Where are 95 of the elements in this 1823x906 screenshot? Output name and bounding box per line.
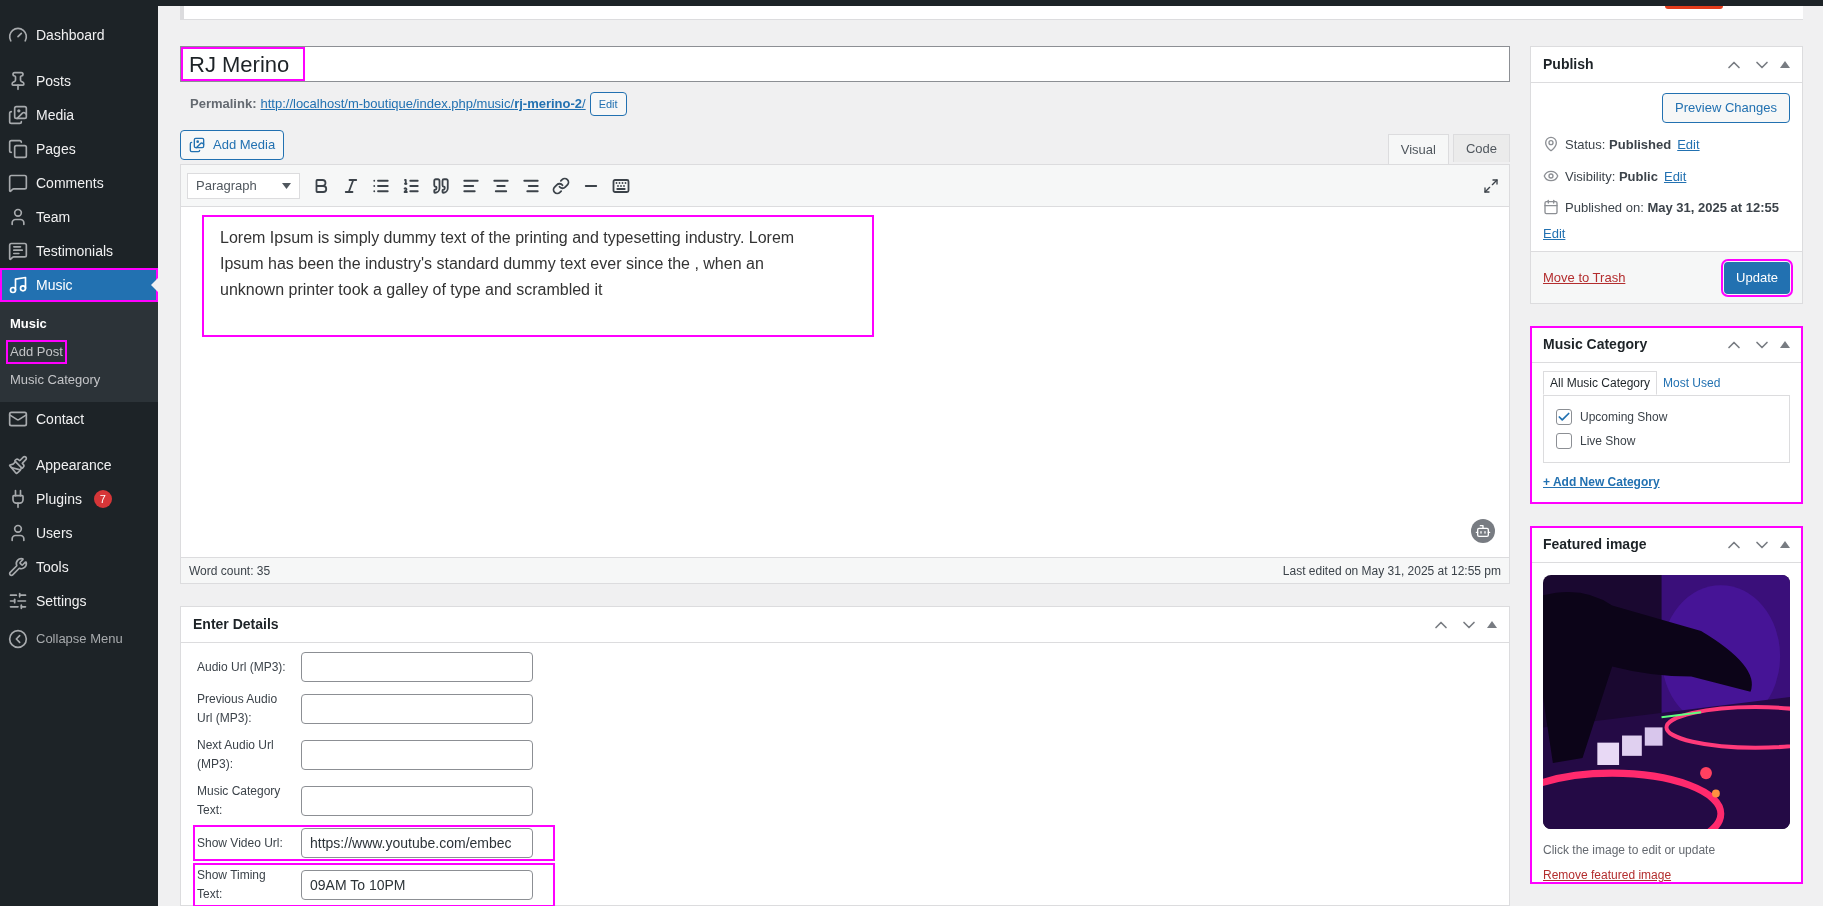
- menu-item[interactable]: Tools: [0, 550, 158, 584]
- menu-item[interactable]: Plugins 7: [0, 482, 158, 516]
- editor-tab[interactable]: Code: [1452, 134, 1510, 162]
- submenu-item[interactable]: Music: [8, 314, 49, 334]
- menu-icon: [8, 523, 28, 543]
- field-label: Previous Audio Url (MP3):: [197, 691, 279, 727]
- category-tab[interactable]: All Music Category: [1543, 371, 1658, 395]
- caret-icon: [282, 182, 291, 189]
- word-count: Word count: 35: [189, 562, 271, 580]
- edit-link[interactable]: Edit: [1663, 166, 1687, 186]
- category-label: Live Show: [1580, 433, 1636, 450]
- field-label: Audio Url (MP3):: [197, 658, 287, 676]
- edit-link[interactable]: Edit: [1677, 135, 1700, 155]
- update-button[interactable]: Update: [1724, 261, 1790, 294]
- menu-icon: [8, 207, 28, 227]
- preview-button[interactable]: Preview Changes: [1662, 93, 1790, 123]
- menu-icon: [8, 455, 28, 475]
- collapse-toggle-icon[interactable]: [1487, 621, 1497, 628]
- publish-info-text: Published on: May 31, 2025 at 12:55: [1565, 199, 1779, 217]
- menu-icon: [8, 241, 28, 261]
- collapse-toggle-icon[interactable]: [1780, 541, 1790, 548]
- numbered-list-icon[interactable]: [402, 176, 420, 195]
- menu-icon: [8, 557, 28, 577]
- menu-icon: [8, 25, 28, 45]
- field-label: Show Timing Text:: [197, 867, 267, 903]
- media-icon: [189, 137, 205, 153]
- image-hint-text: Click the image to edit or update: [1543, 842, 1717, 859]
- box-title: Publish: [1543, 55, 1595, 74]
- link-icon[interactable]: [552, 176, 570, 195]
- post-content-text: Lorem Ipsum is simply dummy text of the printing and typesetting industry. Lorem Ipsum has been the industry's standard dummy text ever since the , when an unknown printer took a galley of type and scrambled it: [220, 228, 796, 300]
- menu-item[interactable]: Appearance: [0, 448, 158, 482]
- menu-item[interactable]: Settings: [0, 584, 158, 618]
- menu-item[interactable]: Comments: [0, 166, 158, 200]
- edit-slug-button[interactable]: Edit: [589, 92, 627, 116]
- menu-item[interactable]: Testimonials: [0, 234, 158, 268]
- text-field[interactable]: [301, 652, 533, 682]
- publish-info-text: Status: Published: [1565, 136, 1672, 154]
- menu-item[interactable]: Dashboard: [0, 18, 158, 52]
- submenu-item[interactable]: Music Category: [8, 370, 103, 390]
- add-category-link[interactable]: + Add New Category: [1543, 473, 1790, 491]
- menu-icon: [8, 71, 28, 91]
- menu-icon: [8, 275, 28, 295]
- remove-image-link[interactable]: Remove featured image: [1531, 867, 1802, 883]
- checkbox[interactable]: [1556, 409, 1572, 425]
- menu-icon: [8, 591, 28, 611]
- field-label: Show Video Url:: [197, 834, 284, 852]
- menu-item[interactable]: Pages: [0, 132, 158, 166]
- menu-item[interactable]: Media: [0, 98, 158, 132]
- format-select[interactable]: Paragraph: [187, 172, 300, 199]
- move-to-trash-link[interactable]: Move to Trash: [1543, 267, 1626, 288]
- permalink-label: Permalink:: [190, 95, 257, 114]
- collapse-toggle-icon[interactable]: [1780, 61, 1790, 68]
- calendar-icon: [1543, 199, 1559, 215]
- category-label: Upcoming Show: [1580, 409, 1668, 426]
- publish-info-text: Visibility: Public: [1565, 167, 1658, 186]
- text-field[interactable]: https://www.youtube.com/embec: [301, 828, 533, 858]
- last-edited-text: Last edited on May 31, 2025 at 12:55 pm: [1282, 562, 1501, 580]
- box-title: Enter Details: [193, 615, 280, 634]
- menu-icon: [8, 409, 28, 429]
- keyboard-icon[interactable]: [612, 176, 630, 195]
- title-field[interactable]: RJ Merino: [180, 46, 1510, 82]
- assistant-button[interactable]: [1471, 519, 1495, 543]
- field-label: Music Category Text:: [197, 783, 282, 819]
- robot-icon: [1475, 523, 1491, 539]
- fullscreen-icon[interactable]: [1483, 177, 1499, 194]
- editor-tab[interactable]: Visual: [1387, 134, 1449, 164]
- italic-icon[interactable]: [342, 176, 360, 195]
- quote-icon[interactable]: [432, 176, 450, 195]
- box-title: Music Category: [1543, 335, 1649, 354]
- menu-item[interactable]: Users: [0, 516, 158, 550]
- menu-item[interactable]: Posts: [0, 64, 158, 98]
- add-media-button[interactable]: Add Media: [180, 130, 285, 160]
- menu-icon: [8, 105, 28, 125]
- active-pointer: [151, 278, 158, 292]
- collapse-icon: [8, 629, 28, 649]
- text-field[interactable]: [301, 694, 533, 724]
- collapse-toggle-icon[interactable]: [1780, 341, 1790, 348]
- field-label: Next Audio Url (MP3):: [197, 737, 275, 773]
- text-field[interactable]: [301, 786, 533, 816]
- text-field[interactable]: 09AM To 10PM: [301, 870, 533, 900]
- submenu-item[interactable]: Add Post: [8, 342, 65, 362]
- permalink-link[interactable]: http://localhost/m-boutique/index.php/music/rj-merino-2/: [260, 94, 586, 114]
- checkbox[interactable]: [1556, 433, 1572, 449]
- collapse-menu-button[interactable]: Collapse Menu: [0, 622, 158, 656]
- menu-item[interactable]: Contact: [0, 402, 158, 436]
- edit-link[interactable]: Edit: [1543, 223, 1566, 243]
- category-tab[interactable]: Most Used: [1657, 371, 1727, 395]
- text-field[interactable]: [301, 740, 533, 770]
- count-badge: 7: [93, 490, 112, 508]
- menu-icon: [8, 139, 28, 159]
- menu-item[interactable]: Team: [0, 200, 158, 234]
- menu-item[interactable]: Music: [0, 268, 158, 302]
- pin-icon: [1543, 136, 1559, 152]
- box-title: Featured image: [1543, 535, 1648, 554]
- menu-icon: [8, 173, 28, 193]
